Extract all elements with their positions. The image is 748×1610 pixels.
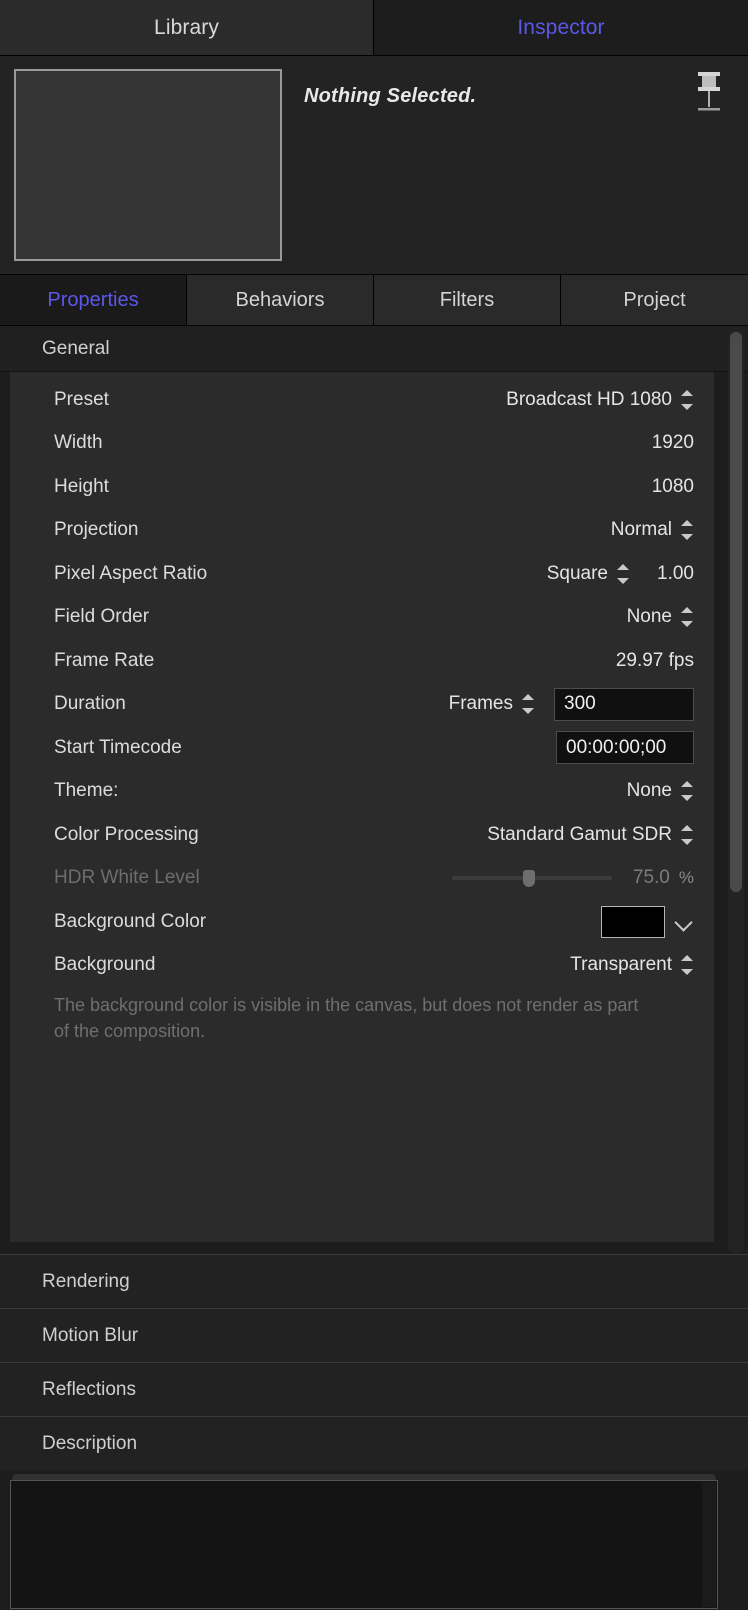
description-textarea[interactable] [10, 1480, 718, 1610]
row-background-color-label: Background Color [54, 910, 207, 932]
row-width-label: Width [54, 432, 103, 454]
section-header-general[interactable]: General [0, 326, 748, 372]
row-field-order: Field Order None [10, 596, 714, 640]
pushpin-icon[interactable] [692, 68, 726, 120]
section-header-motion-blur[interactable]: Motion Blur [0, 1308, 748, 1363]
row-width: Width 1920 [10, 422, 714, 466]
background-help-text: The background color is visible in the c… [54, 995, 639, 1041]
row-hdr-white-level: HDR White Level 75.0 % [10, 857, 714, 901]
row-background: Background Transparent [10, 944, 714, 988]
row-background-value[interactable]: Transparent [570, 954, 672, 976]
row-pixel-aspect-ratio-numeric[interactable]: 1.00 [657, 563, 694, 585]
row-frame-rate-value[interactable]: 29.97 fps [616, 650, 694, 672]
pixel-aspect-ratio-stepper-icon[interactable] [617, 563, 630, 585]
row-width-value[interactable]: 1920 [652, 432, 694, 454]
row-projection-value[interactable]: Normal [611, 519, 672, 541]
row-color-processing-label: Color Processing [54, 823, 199, 845]
section-header-rendering-label: Rendering [42, 1270, 130, 1292]
duration-input[interactable]: 300 [554, 687, 694, 721]
start-timecode-input[interactable]: 00:00:00;00 [556, 731, 694, 765]
row-projection-label: Projection [54, 519, 139, 541]
preset-stepper-icon[interactable] [681, 389, 694, 411]
row-theme-value[interactable]: None [627, 780, 672, 802]
row-theme-label: Theme: [54, 780, 119, 802]
properties-scroll-area: General Preset Broadcast HD 1080 Width 1… [0, 326, 748, 1610]
section-header-motion-blur-label: Motion Blur [42, 1324, 139, 1346]
row-background-label: Background [54, 954, 156, 976]
tab-filters[interactable]: Filters [374, 275, 561, 325]
section-header-description[interactable]: Description [0, 1416, 748, 1471]
vertical-scrollbar[interactable] [728, 330, 744, 1254]
row-color-processing-value[interactable]: Standard Gamut SDR [487, 824, 672, 846]
chevron-down-icon[interactable] [674, 912, 694, 932]
row-preset-label: Preset [54, 388, 109, 410]
description-scrollbar[interactable] [702, 1482, 716, 1608]
row-frame-rate-label: Frame Rate [54, 649, 155, 671]
row-preset-value[interactable]: Broadcast HD 1080 [506, 389, 672, 411]
tab-behaviors[interactable]: Behaviors [187, 275, 374, 325]
tab-properties[interactable]: Properties [0, 275, 187, 325]
theme-stepper-icon[interactable] [681, 780, 694, 802]
tab-library[interactable]: Library [0, 0, 374, 55]
background-color-swatch[interactable] [601, 905, 665, 938]
selection-status-label: Nothing Selected. [304, 85, 477, 107]
row-field-order-value[interactable]: None [627, 606, 672, 628]
section-header-description-label: Description [42, 1432, 138, 1454]
field-order-stepper-icon[interactable] [681, 606, 694, 628]
row-preset: Preset Broadcast HD 1080 [10, 378, 714, 422]
tab-inspector[interactable]: Inspector [374, 0, 748, 55]
row-hdr-white-level-label: HDR White Level [54, 867, 200, 889]
row-pixel-aspect-ratio-label: Pixel Aspect Ratio [54, 562, 208, 584]
hdr-white-level-slider[interactable] [451, 868, 612, 888]
row-background-color: Background Color [10, 900, 714, 944]
row-projection: Projection Normal [10, 509, 714, 553]
general-empty-space [10, 1064, 714, 1243]
background-stepper-icon[interactable] [681, 954, 694, 976]
description-field-wrapper [10, 1474, 718, 1610]
section-gap [0, 1242, 748, 1255]
duration-units-value[interactable]: Frames [449, 693, 513, 715]
category-tab-bar: Properties Behaviors Filters Project [0, 274, 748, 326]
row-frame-rate: Frame Rate 29.97 fps [10, 639, 714, 683]
tab-project[interactable]: Project [561, 275, 748, 325]
row-start-timecode: Start Timecode 00:00:00;00 [10, 726, 714, 770]
row-hdr-white-level-unit: % [678, 868, 694, 888]
row-duration-label: Duration [54, 693, 126, 715]
row-hdr-white-level-value[interactable]: 75.0 [633, 867, 670, 889]
tab-inspector-label: Inspector [517, 15, 605, 39]
section-header-reflections[interactable]: Reflections [0, 1362, 748, 1417]
top-tab-bar: Library Inspector [0, 0, 748, 56]
row-duration: Duration Frames 300 [10, 683, 714, 727]
row-start-timecode-label: Start Timecode [54, 736, 182, 758]
row-theme: Theme: None [10, 770, 714, 814]
inspector-header: Nothing Selected. [0, 56, 748, 274]
row-pixel-aspect-ratio-value[interactable]: Square [547, 563, 608, 585]
hdr-slider-thumb[interactable] [522, 869, 535, 887]
scrollbar-thumb[interactable] [730, 332, 742, 892]
header-meta: Nothing Selected. [282, 69, 748, 274]
projection-stepper-icon[interactable] [681, 519, 694, 541]
section-header-general-label: General [42, 337, 110, 359]
row-field-order-label: Field Order [54, 606, 150, 628]
section-header-reflections-label: Reflections [42, 1378, 136, 1400]
tab-properties-label: Properties [47, 288, 139, 311]
tab-behaviors-label: Behaviors [235, 288, 325, 311]
tab-project-label: Project [623, 288, 686, 311]
row-height-value[interactable]: 1080 [652, 476, 694, 498]
duration-units-stepper-icon[interactable] [522, 693, 535, 715]
row-height: Height 1080 [10, 465, 714, 509]
row-pixel-aspect-ratio: Pixel Aspect Ratio Square 1.00 [10, 552, 714, 596]
section-header-rendering[interactable]: Rendering [0, 1254, 748, 1309]
row-height-label: Height [54, 475, 109, 497]
preview-thumbnail [14, 69, 282, 261]
general-properties-list: Preset Broadcast HD 1080 Width 1920 Heig… [10, 372, 714, 1065]
color-processing-stepper-icon[interactable] [681, 824, 694, 846]
inspector-panel: Library Inspector Nothing Selected. Prop… [0, 0, 748, 1610]
row-color-processing: Color Processing Standard Gamut SDR [10, 813, 714, 857]
tab-library-label: Library [154, 15, 219, 39]
tab-filters-label: Filters [439, 288, 495, 311]
